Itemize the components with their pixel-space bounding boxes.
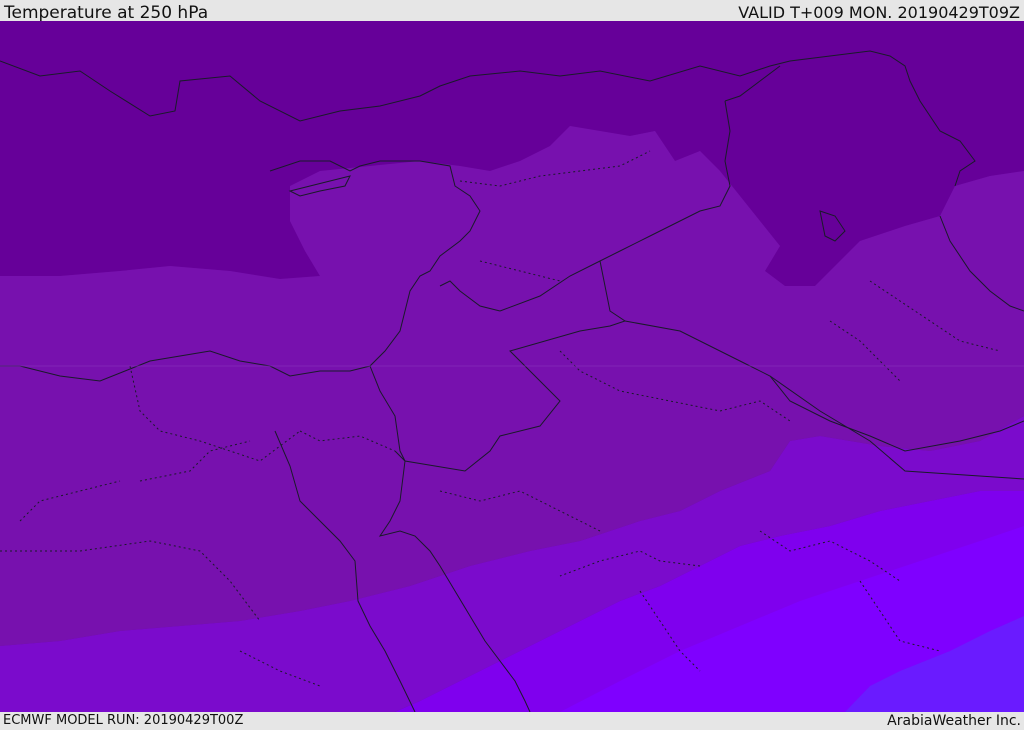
model-run-label: ECMWF MODEL RUN: 20190429T00Z (3, 713, 244, 728)
weather-map[interactable] (0, 21, 1024, 712)
valid-time-label: VALID T+009 MON. 20190429T09Z (738, 3, 1020, 22)
map-header: Temperature at 250 hPa VALID T+009 MON. … (0, 0, 1024, 23)
map-title: Temperature at 250 hPa (4, 3, 209, 23)
temperature-map-canvas (0, 21, 1024, 712)
map-footer: ECMWF MODEL RUN: 20190429T00Z ArabiaWeat… (0, 712, 1024, 729)
brand-label: ArabiaWeather Inc. (887, 713, 1021, 729)
